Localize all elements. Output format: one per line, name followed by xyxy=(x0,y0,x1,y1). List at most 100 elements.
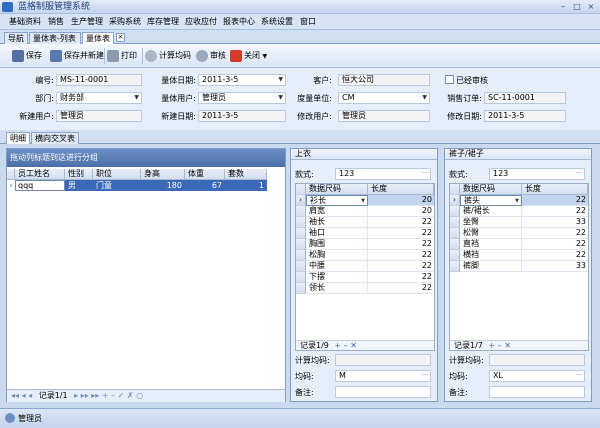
tab-measure-list[interactable]: 量体表-列表 xyxy=(29,32,81,44)
lower-col-size[interactable]: 数据尺码 xyxy=(460,184,522,195)
col-header-name[interactable]: 员工姓名 xyxy=(15,169,65,180)
upper-note-field[interactable] xyxy=(335,386,431,398)
ellipsis-icon[interactable]: ··· xyxy=(422,371,428,381)
upper-cell-name[interactable]: 松胸 xyxy=(306,250,368,261)
chevron-down-icon[interactable]: ▼ xyxy=(361,196,365,206)
upper-cell-name[interactable]: 肩宽 xyxy=(306,206,368,217)
ellipsis-icon[interactable]: ··· xyxy=(576,169,582,179)
menu-basic-data[interactable]: 基础资料 xyxy=(8,14,42,30)
lower-col-length[interactable]: 长度 xyxy=(522,184,588,195)
lower-nav-buttons[interactable]: + – ✕ xyxy=(488,341,511,350)
col-header-sets[interactable]: 套数 xyxy=(225,169,267,180)
save-new-button[interactable]: 保存并新建 xyxy=(50,47,104,65)
col-header-gender[interactable]: 性别 xyxy=(65,169,93,180)
lower-cell-value[interactable]: 22 xyxy=(522,239,588,250)
upper-cell-name[interactable]: 袖长 xyxy=(306,217,368,228)
menu-inventory[interactable]: 库存管理 xyxy=(146,14,180,30)
dept-dropdown[interactable]: 财务部 ▼ xyxy=(56,92,142,104)
menu-settings[interactable]: 系统设置 xyxy=(260,14,294,30)
col-header-weight[interactable]: 体重 xyxy=(185,169,225,180)
upper-nav-buttons[interactable]: + – ✕ xyxy=(334,341,357,350)
col-header-height[interactable]: 身高 xyxy=(141,169,185,180)
upper-cell-value[interactable]: 22 xyxy=(368,272,434,283)
upper-cell-value[interactable]: 20 xyxy=(368,195,434,206)
cell-position[interactable]: 门童 xyxy=(93,180,141,191)
nav-next-icon[interactable]: ▸ ▸▸ ▸▸ + – ✓ ✗ ○ xyxy=(74,391,143,400)
menu-reports[interactable]: 报表中心 xyxy=(222,14,256,30)
lower-garment-panel: 裤子/裙子 款式: 123 ··· 数据尺码 长度 › 裤头 ▼ 22 裤/裙长 2… xyxy=(444,148,592,402)
lower-cell-value[interactable]: 22 xyxy=(522,206,588,217)
order-field[interactable]: SC-11-0001 xyxy=(484,92,566,104)
date-field[interactable]: 2011-3-5 ▼ xyxy=(198,74,286,86)
nav-first-icon[interactable]: ◂◂ ◂ ◂ xyxy=(11,391,32,400)
audit-button[interactable]: 审核 xyxy=(196,47,226,65)
lower-cell-name[interactable]: 裤头 ▼ xyxy=(460,195,522,206)
menu-production[interactable]: 生产管理 xyxy=(70,14,104,30)
cell-height[interactable]: 180 xyxy=(141,180,185,191)
upper-cell-name[interactable]: 袖口 xyxy=(306,228,368,239)
lower-cell-name[interactable]: 裤/裙长 xyxy=(460,206,522,217)
lower-cell-name[interactable]: 坐臀 xyxy=(460,217,522,228)
maximize-button[interactable]: □ xyxy=(570,1,584,12)
lower-note-field[interactable] xyxy=(489,386,585,398)
customer-field[interactable]: 恒大公司 xyxy=(338,74,430,86)
upper-cell-name[interactable]: 胸围 xyxy=(306,239,368,250)
chevron-down-icon[interactable]: ▼ xyxy=(134,93,139,103)
upper-cell-value[interactable]: 22 xyxy=(368,283,434,294)
cell-gender[interactable]: 男 xyxy=(65,180,93,191)
audited-checkbox[interactable] xyxy=(445,75,454,84)
lower-cell-value[interactable]: 22 xyxy=(522,228,588,239)
lower-cell-name[interactable]: 松臀 xyxy=(460,228,522,239)
upper-col-size[interactable]: 数据尺码 xyxy=(306,184,368,195)
upper-style-field[interactable]: 123 ··· xyxy=(335,168,431,180)
cell-weight[interactable]: 67 xyxy=(185,180,225,191)
menu-sales[interactable]: 销售 xyxy=(46,14,66,30)
cell-name[interactable]: qqq xyxy=(15,180,65,191)
upper-cell-value[interactable]: 22 xyxy=(368,250,434,261)
close-window-button[interactable]: × xyxy=(584,1,598,12)
menu-purchasing[interactable]: 采购系统 xyxy=(108,14,142,30)
tab-navigation[interactable]: 导航 xyxy=(4,32,28,44)
group-by-panel[interactable]: 拖动列标题到这进行分组 xyxy=(7,149,285,167)
save-button[interactable]: 保存 xyxy=(12,47,42,65)
upper-cell-name[interactable]: 衫长 ▼ xyxy=(306,195,368,206)
cell-sets[interactable]: 1 xyxy=(225,180,267,191)
upper-cell-name[interactable]: 领长 xyxy=(306,283,368,294)
chevron-down-icon[interactable]: ▼ xyxy=(515,196,519,206)
unit-dropdown[interactable]: CM ▼ xyxy=(338,92,430,104)
upper-avg-code-field[interactable]: M ··· xyxy=(335,370,431,382)
col-header-position[interactable]: 职位 xyxy=(93,169,141,180)
minimize-button[interactable]: – xyxy=(556,1,570,12)
user-dropdown[interactable]: 管理员 ▼ xyxy=(198,92,286,104)
chevron-down-icon[interactable]: ▼ xyxy=(422,93,427,103)
tab-close-icon[interactable]: × xyxy=(116,33,125,42)
lower-cell-value[interactable]: 22 xyxy=(522,250,588,261)
lower-cell-name[interactable]: 横裆 xyxy=(460,250,522,261)
ellipsis-icon[interactable]: ··· xyxy=(422,169,428,179)
upper-cell-value[interactable]: 20 xyxy=(368,206,434,217)
code-field[interactable]: MS-11-0001 xyxy=(56,74,142,86)
close-button[interactable]: 关闭 ▼ xyxy=(230,47,267,65)
lower-style-field[interactable]: 123 ··· xyxy=(489,168,585,180)
calc-average-button[interactable]: 计算均码 xyxy=(145,47,191,65)
upper-cell-value[interactable]: 22 xyxy=(368,228,434,239)
lower-cell-value[interactable]: 33 xyxy=(522,217,588,228)
tab-crosstab[interactable]: 横向交叉表 xyxy=(31,132,79,144)
lower-cell-name[interactable]: 裤脚 xyxy=(460,261,522,272)
lower-cell-name[interactable]: 直裆 xyxy=(460,239,522,250)
lower-cell-value[interactable]: 22 xyxy=(522,195,588,206)
tab-detail[interactable]: 明细 xyxy=(6,132,30,144)
tab-measure-sheet[interactable]: 量体表 xyxy=(82,32,114,44)
menu-receivables[interactable]: 应收应付 xyxy=(184,14,218,30)
upper-cell-name[interactable]: 下摆 xyxy=(306,272,368,283)
upper-cell-value[interactable]: 22 xyxy=(368,217,434,228)
upper-cell-value[interactable]: 22 xyxy=(368,261,434,272)
upper-cell-value[interactable]: 22 xyxy=(368,239,434,250)
lower-avg-code-field[interactable]: XL ··· xyxy=(489,370,585,382)
menu-window[interactable]: 窗口 xyxy=(298,14,318,30)
upper-cell-name[interactable]: 中腰 xyxy=(306,261,368,272)
lower-cell-value[interactable]: 33 xyxy=(522,261,588,272)
upper-col-length[interactable]: 长度 xyxy=(368,184,434,195)
ellipsis-icon[interactable]: ··· xyxy=(576,371,582,381)
print-button[interactable]: 打印 xyxy=(107,47,137,65)
